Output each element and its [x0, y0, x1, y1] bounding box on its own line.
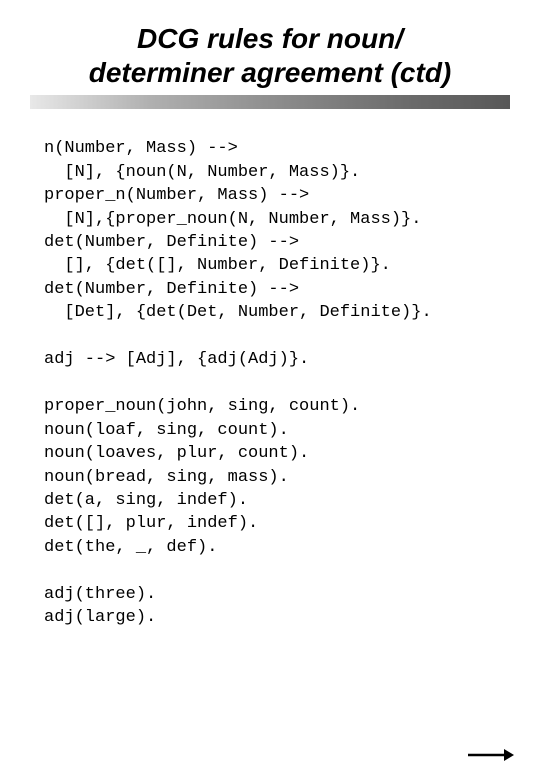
title-underline [30, 95, 510, 109]
title-line-2: determiner agreement (ctd) [89, 56, 452, 90]
next-arrow[interactable] [468, 748, 514, 762]
slide-title: DCG rules for noun/ determiner agreement… [0, 0, 540, 89]
code-content: n(Number, Mass) --> [N], {noun(N, Number… [44, 137, 512, 630]
title-line-1: DCG rules for noun/ [137, 22, 403, 56]
next-arrow-icon [468, 748, 514, 762]
